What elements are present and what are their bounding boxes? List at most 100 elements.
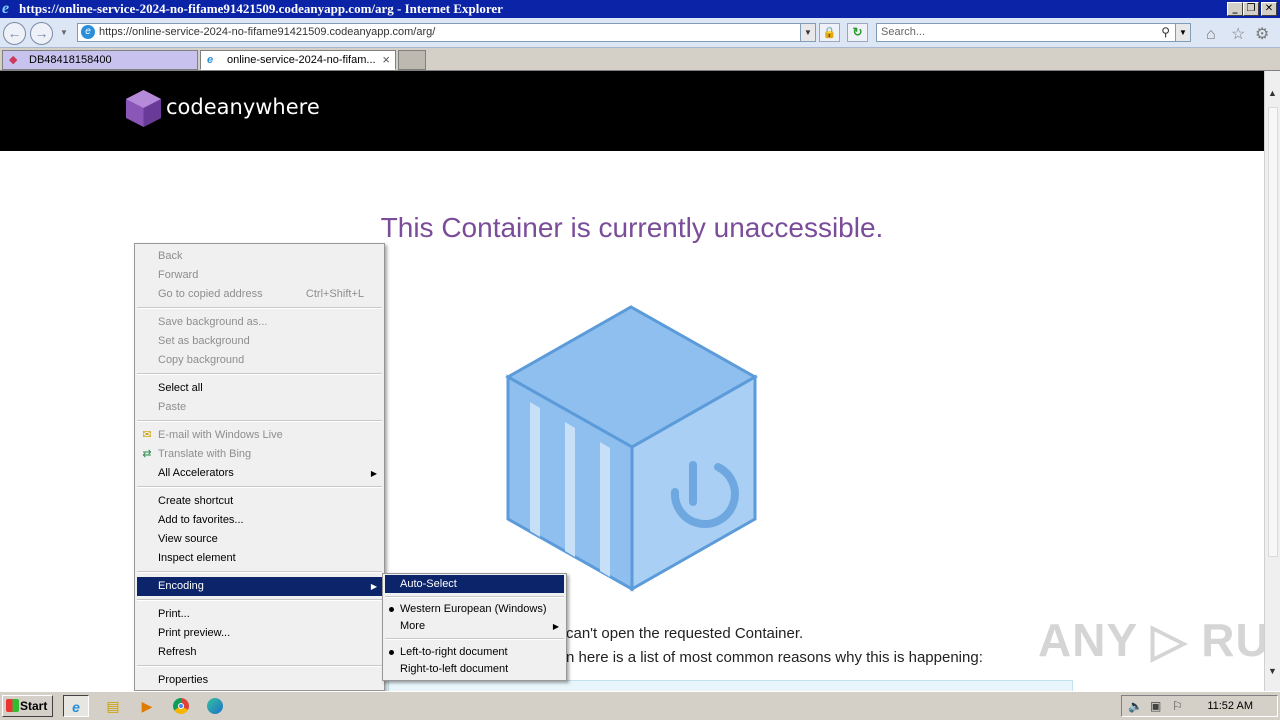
menu-item-auto-select[interactable]: Auto-Select [385,575,564,593]
menu-item-print-preview[interactable]: Print preview... [137,624,382,643]
codeanywhere-logo-icon [126,90,161,127]
back-arrow-icon: ← [7,25,22,41]
search-dropdown-icon[interactable]: ▼ [1175,24,1190,41]
taskbar: Start e ▤ ▶ 🔈 ▣ ⚐ 11:52 AM [0,691,1280,720]
error-paragraph-1: can't open the requested Container. [566,625,804,642]
refresh-icon: ↻ [852,25,863,39]
menu-item-view-source[interactable]: View source [137,530,382,549]
tab-label: online-service-2024-no-fifam... [227,54,376,66]
window-title-bar: e https://online-service-2024-no-fifame9… [0,0,1280,18]
scroll-thumb[interactable] [1268,107,1278,557]
clock[interactable]: 11:52 AM [1207,696,1253,716]
lock-icon: 🔒 [822,27,837,39]
tab-bar: ◆ DB48418158400 e online-service-2024-no… [0,48,1280,71]
back-button[interactable]: ← [3,22,26,45]
shortcut-text: Ctrl+Shift+L [305,288,364,300]
search-icon[interactable]: ⚲ [1161,24,1170,41]
radio-checked-icon [389,650,394,655]
menu-item-inspect-element[interactable]: Inspect element [137,549,382,568]
taskbar-edge-icon[interactable] [202,695,228,717]
menu-item-email-windows-live[interactable]: ✉ E-mail with Windows Live [137,426,382,445]
menu-separator [137,373,382,375]
menu-item-translate-bing[interactable]: ⇄ Translate with Bing [137,445,382,464]
menu-item-all-accelerators[interactable]: All Accelerators ▶ [137,464,382,483]
tab-label: DB48418158400 [29,54,112,66]
scroll-down-icon[interactable]: ▼ [1265,663,1280,679]
taskbar-ie-icon[interactable]: e [63,695,89,717]
menu-item-save-background[interactable]: Save background as... [137,313,382,332]
menu-item-paste[interactable]: Paste [137,398,382,417]
scroll-up-icon[interactable]: ▲ [1265,85,1280,101]
submenu-arrow-icon: ▶ [370,582,377,591]
gem-tab-icon: ◆ [9,54,18,66]
forward-button[interactable]: → [30,22,53,45]
menu-item-encoding[interactable]: Encoding ▶ [137,577,382,596]
translate-icon: ⇄ [142,448,152,460]
menu-item-properties[interactable]: Properties [137,671,382,690]
menu-separator [137,420,382,422]
address-dropdown-icon[interactable]: ▼ [800,24,815,41]
forward-arrow-icon: → [34,25,49,41]
vertical-scrollbar[interactable]: ▲ ▼ [1264,71,1280,691]
taskbar-chrome-icon[interactable] [168,695,194,717]
menu-item-western-european[interactable]: Western European (Windows) [385,601,564,618]
site-header: codeanywhere [0,71,1264,151]
navigation-bar: ← → ▼ e https://online-service-2024-no-f… [0,18,1280,48]
menu-item-set-as-background[interactable]: Set as background [137,332,382,351]
tab-online-service[interactable]: e online-service-2024-no-fifam... × [200,50,396,70]
network-icon[interactable]: ▣ [1150,696,1161,716]
window-title: https://online-service-2024-no-fifame914… [19,1,503,16]
tab-db48418158400[interactable]: ◆ DB48418158400 [2,50,198,70]
context-menu: Back Forward Go to copied address Ctrl+Sh… [134,243,385,691]
menu-item-left-to-right[interactable]: Left-to-right document [385,644,564,661]
reasons-info-box [388,680,1073,691]
menu-item-more[interactable]: More ▶ [385,618,564,635]
menu-separator [137,307,382,309]
menu-item-go-to-copied-address[interactable]: Go to copied address Ctrl+Shift+L [137,285,382,304]
minimize-button[interactable]: _ [1227,2,1243,16]
windows-flag-icon [6,699,19,712]
menu-item-select-all[interactable]: Select all [137,379,382,398]
encoding-submenu: Auto-Select Western European (Windows) M… [382,573,567,681]
security-lock-button[interactable]: 🔒 [819,23,840,42]
menu-separator [385,638,564,640]
menu-separator [137,665,382,667]
page-ie-icon: e [81,25,95,39]
container-cube-illustration [504,305,759,592]
taskbar-media-player-icon[interactable]: ▶ [134,695,160,717]
system-tray: 🔈 ▣ ⚐ 11:52 AM [1121,695,1278,717]
new-tab-button[interactable] [398,50,426,70]
close-tab-icon[interactable]: × [382,51,390,69]
menu-item-copy-background[interactable]: Copy background [137,351,382,370]
refresh-button[interactable]: ↻ [847,23,868,42]
menu-separator [137,486,382,488]
address-url[interactable]: https://online-service-2024-no-fifame914… [99,24,435,41]
address-bar[interactable]: e https://online-service-2024-no-fifame9… [77,23,816,42]
volume-icon[interactable]: 🔈 [1128,696,1143,716]
menu-separator [385,596,564,598]
page-headline: This Container is currently unaccessible… [380,212,884,243]
action-center-flag-icon[interactable]: ⚐ [1172,696,1183,716]
brand-name: codeanywhere [166,95,320,119]
menu-item-refresh[interactable]: Refresh [137,643,382,662]
ie-tab-icon: e [207,54,214,66]
menu-item-right-to-left[interactable]: Right-to-left document [385,661,564,678]
tools-gear-icon[interactable]: ⚙ [1255,26,1269,44]
search-box[interactable]: Search... ⚲ ▼ [876,23,1191,42]
favorites-star-icon[interactable]: ☆ [1231,26,1245,44]
menu-item-forward[interactable]: Forward [137,266,382,285]
menu-item-create-shortcut[interactable]: Create shortcut [137,492,382,511]
close-window-button[interactable]: ✕ [1261,2,1277,16]
submenu-arrow-icon: ▶ [552,622,559,631]
search-input[interactable]: Search... [881,26,925,38]
menu-item-print[interactable]: Print... [137,605,382,624]
menu-item-add-to-favorites[interactable]: Add to favorites... [137,511,382,530]
menu-item-back[interactable]: Back [137,247,382,266]
home-icon[interactable]: ⌂ [1206,26,1216,44]
restore-button[interactable]: ❐ [1243,2,1259,16]
mail-icon: ✉ [142,429,152,441]
start-button[interactable]: Start [2,695,53,717]
history-dropdown-icon[interactable]: ▼ [60,28,68,37]
taskbar-explorer-icon[interactable]: ▤ [100,695,126,717]
submenu-arrow-icon: ▶ [370,469,377,478]
